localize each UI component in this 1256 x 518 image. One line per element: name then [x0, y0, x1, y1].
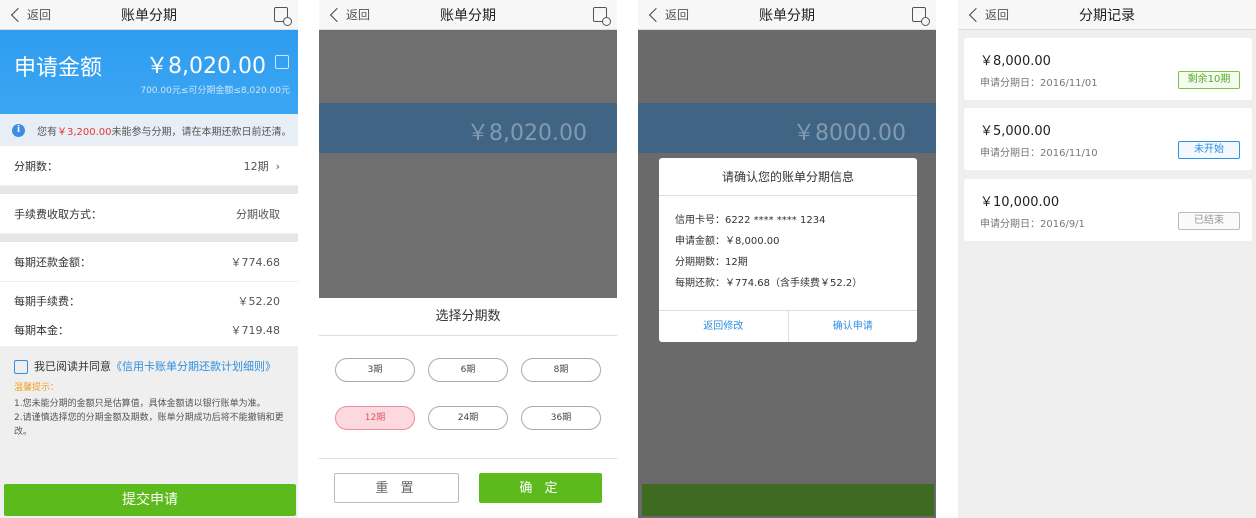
amount-range: 700.00元≤可分期金额≤8,020.00元 [140, 86, 290, 96]
principal-value: ￥719.48 [230, 324, 281, 337]
agree-checkbox[interactable] [14, 360, 28, 374]
record-date: 申请分期日：2016/11/01 [980, 78, 1098, 89]
agreement-link[interactable]: 《信用卡账单分期还款计划细则》 [111, 360, 276, 373]
term-picker-sheet: 选择分期数 3期 6期 8期 12期 24期 36期 重 置 确 定 [319, 298, 617, 518]
submit-button[interactable]: 提交申请 [4, 484, 296, 516]
term-picker-screen: 返回 账单分期 ￥8,020.00 选择分期数 3期 6期 8期 12期 24期… [319, 0, 617, 518]
notice-post: 未能参与分期，请在本期还款日前还清。 [111, 126, 292, 138]
edit-icon[interactable] [275, 55, 289, 69]
dimmed-amount: ￥8000.00 [793, 121, 906, 146]
sheet-title: 选择分期数 [319, 298, 617, 336]
principal-row: 每期本金： ￥719.48 [0, 314, 298, 346]
confirm-dialog-screen: 返回 账单分期 ￥8000.00 请确认您的账单分期信息 信用卡号：6222 *… [638, 0, 936, 518]
agree-text: 我已阅读并同意 [34, 360, 111, 373]
records-icon[interactable] [274, 7, 292, 26]
term-value: 12期 › [243, 159, 280, 173]
records-screen: 返回 分期记录 ￥8,000.00 申请分期日：2016/11/01 剩余10期… [958, 0, 1256, 518]
fee-method-label: 手续费收取方式： [14, 207, 102, 221]
modify-button[interactable]: 返回修改 [659, 311, 789, 342]
fee-method-value: 分期收取 [236, 207, 280, 221]
term-option-24[interactable]: 24期 [428, 406, 508, 430]
amount-value: ￥8,020.00 [146, 54, 266, 79]
principal-label: 每期本金： [14, 324, 69, 337]
fee-method-row: 手续费收取方式： 分期收取 [0, 194, 298, 234]
notice-bar: i 您有 ￥3,200.00 未能参与分期，请在本期还款日前还清。 [0, 114, 298, 146]
dimmed-submit [642, 484, 934, 516]
dimmed-header: ￥8000.00 [638, 103, 936, 153]
nav-bar: 返回 账单分期 [638, 0, 936, 30]
status-badge: 剩余10期 [1178, 71, 1240, 89]
dialog-body: 信用卡号：6222 **** **** 1234 申请金额：￥8,000.00 … [659, 196, 917, 308]
term-options: 3期 6期 8期 12期 24期 36期 [319, 336, 617, 430]
records-icon[interactable] [593, 7, 611, 26]
record-date: 申请分期日：2016/11/10 [980, 148, 1098, 159]
term-option-12[interactable]: 12期 [335, 406, 415, 430]
record-card[interactable]: ￥8,000.00 申请分期日：2016/11/01 剩余10期 [964, 38, 1252, 100]
term-option-3[interactable]: 3期 [335, 358, 415, 382]
page-title: 账单分期 [759, 8, 815, 24]
term-option-6[interactable]: 6期 [428, 358, 508, 382]
installment-form-screen: 返回 账单分期 申请金额 ￥8,020.00 700.00元≤可分期金额≤8,0… [0, 0, 298, 518]
fee-row: 每期手续费： ￥52.20 [0, 282, 298, 314]
tip-1: 1.您未能分期的金额只是估算值，具体金额请以银行账单为准。 [14, 399, 266, 409]
payment-row: 每期还款金额： ￥774.68 [0, 242, 298, 282]
dimmed-header: ￥8,020.00 [319, 103, 617, 153]
nav-bar: 返回 账单分期 [319, 0, 617, 30]
nav-bar: 返回 账单分期 [0, 0, 298, 30]
dimmed-amount: ￥8,020.00 [467, 121, 587, 146]
term-line: 分期期数：12期 [675, 257, 748, 268]
payment-value: ￥774.68 [230, 255, 281, 269]
record-amount: ￥8,000.00 [980, 54, 1051, 69]
amount-line: 申请金额：￥8,000.00 [675, 236, 780, 247]
payment-label: 每期还款金额： [14, 255, 91, 269]
records-icon[interactable] [912, 7, 930, 26]
notice-amount: ￥3,200.00 [57, 126, 112, 138]
reset-button[interactable]: 重 置 [334, 473, 459, 503]
fee-label: 每期手续费： [14, 295, 80, 308]
status-badge: 未开始 [1178, 141, 1240, 159]
status-badge: 已结束 [1178, 212, 1240, 230]
record-amount: ￥5,000.00 [980, 124, 1051, 139]
confirm-button[interactable]: 确 定 [479, 473, 602, 503]
fee-value: ￥52.20 [237, 295, 281, 308]
record-amount: ￥10,000.00 [980, 195, 1060, 210]
record-card[interactable]: ￥5,000.00 申请分期日：2016/11/10 未开始 [964, 108, 1252, 170]
term-label: 分期数： [14, 159, 58, 173]
term-option-8[interactable]: 8期 [521, 358, 601, 382]
page-title: 账单分期 [121, 8, 177, 24]
card-number-line: 信用卡号：6222 **** **** 1234 [675, 215, 826, 226]
notice-pre: 您有 [37, 126, 57, 138]
page-title: 账单分期 [440, 8, 496, 24]
tip-2: 2.请谨慎选择您的分期金额及期数，账单分期成功后将不能撤销和更改。 [14, 413, 284, 437]
page-title: 分期记录 [1079, 8, 1135, 24]
agreement-section: 我已阅读并同意《信用卡账单分期还款计划细则》 温馨提示： 1.您未能分期的金额只… [0, 346, 298, 451]
term-row[interactable]: 分期数： 12期 › [0, 146, 298, 186]
dialog-title: 请确认您的账单分期信息 [659, 158, 917, 196]
tips-title: 温馨提示： [14, 383, 60, 393]
confirm-dialog: 请确认您的账单分期信息 信用卡号：6222 **** **** 1234 申请金… [659, 158, 917, 342]
sheet-actions: 重 置 确 定 [319, 458, 617, 518]
info-icon: i [12, 123, 25, 137]
record-date: 申请分期日：2016/9/1 [980, 219, 1085, 230]
record-card[interactable]: ￥10,000.00 申请分期日：2016/9/1 已结束 [964, 179, 1252, 241]
payment-line: 每期还款：￥774.68（含手续费￥52.2） [675, 278, 863, 289]
term-option-36[interactable]: 36期 [521, 406, 601, 430]
confirm-apply-button[interactable]: 确认申请 [789, 311, 918, 342]
chevron-right-icon: › [275, 159, 280, 173]
dialog-actions: 返回修改 确认申请 [659, 310, 917, 342]
amount-label: 申请金额 [14, 56, 103, 81]
amount-header: 申请金额 ￥8,020.00 700.00元≤可分期金额≤8,020.00元 [0, 30, 298, 114]
nav-bar: 返回 分期记录 [958, 0, 1256, 30]
